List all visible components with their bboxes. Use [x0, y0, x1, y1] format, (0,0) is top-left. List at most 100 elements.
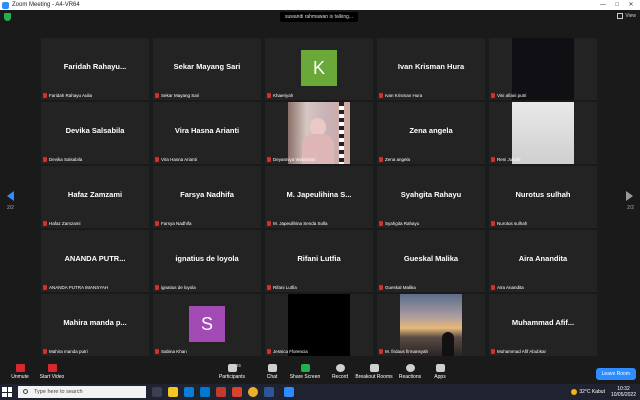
participant-video [512, 38, 574, 100]
word-icon[interactable] [264, 387, 274, 397]
apps-label: Apps [434, 374, 446, 380]
meeting-toolbar: Unmute Start Video 35 Participants Chat … [0, 360, 640, 384]
share-screen-button[interactable]: Share Screen [285, 362, 325, 384]
participant-name-caption: Vini afiani putri [491, 92, 526, 99]
minimize-button[interactable]: — [596, 0, 610, 10]
participant-tile[interactable]: Syahgita Rahayu Syahgita Rahayu [377, 166, 485, 228]
apps-button[interactable]: Apps [420, 362, 460, 384]
search-placeholder: Type here to search [34, 389, 83, 395]
participant-avatar: S [189, 306, 225, 342]
previous-page-arrow-icon[interactable] [7, 191, 14, 201]
muted-mic-icon [155, 285, 159, 290]
participant-name-caption: Muhammad Afif Abubkar [491, 348, 546, 355]
participant-avatar: K [301, 50, 337, 86]
participant-tile[interactable]: Vira Hasna Arianti Vira Hasna Arianti [153, 102, 261, 164]
participant-tile[interactable]: Muhammad Afif... Muhammad Afif Abubkar [489, 294, 597, 356]
view-label: View [625, 13, 636, 19]
chrome-browser-icon[interactable] [248, 387, 258, 397]
participant-name-label: Faridah Rahayu Aulia [49, 93, 93, 98]
participant-tile[interactable]: Sekar Mayang Sari Sekar Mayang Sari [153, 38, 261, 100]
view-button[interactable]: View [617, 13, 636, 19]
participant-display-name: Gueskal Malika [403, 254, 459, 263]
participant-tile[interactable]: M. Japeulihina S... M. Japeulihina Senda … [265, 166, 373, 228]
participant-display-name: Ivan Krisman Hura [397, 62, 465, 71]
breakout-rooms-button[interactable]: Breakout Rooms [354, 362, 394, 384]
muted-mic-icon [379, 285, 383, 290]
taskbar-search-input[interactable]: Type here to search [18, 386, 146, 398]
participant-tile[interactable]: Ivan Krisman Hura Ivan Krisman Hura [377, 38, 485, 100]
participant-name-label: M. firdaus firmansyah [385, 349, 429, 354]
zoom-taskbar-icon[interactable] [284, 387, 294, 397]
participant-name-label: Sabina Khan [161, 349, 187, 354]
taskbar-clock[interactable]: 10:32 10/05/2022 [611, 386, 636, 398]
participant-name-caption: Faridah Rahayu Aulia [43, 92, 92, 99]
participant-tile[interactable]: M. firdaus firmansyah [377, 294, 485, 356]
muted-mic-icon [267, 349, 271, 354]
participant-tile[interactable]: Gueskal Malika Gueskal Malika [377, 230, 485, 292]
participant-tile[interactable]: ignatius de loyola ignatius de loyola [153, 230, 261, 292]
store-icon[interactable] [200, 387, 210, 397]
muted-mic-icon [155, 157, 159, 162]
security-shield-icon[interactable] [4, 13, 11, 21]
participant-name-label: Reni Juliarti [497, 157, 521, 162]
participant-tile[interactable]: Reni Juliarti [489, 102, 597, 164]
participant-name-label: Jessica Florencia [273, 349, 308, 354]
participant-tile[interactable]: Zena angela Zena angela [377, 102, 485, 164]
participants-button[interactable]: 35 Participants [212, 362, 252, 384]
participant-name-label: Khaeriyah [273, 93, 294, 98]
participant-tile[interactable]: ANANDA PUTR... ANANDA PUTRA IMANSYAH [41, 230, 149, 292]
record-icon [335, 364, 345, 372]
participant-tile[interactable]: Jessica Florencia [265, 294, 373, 356]
file-explorer-icon[interactable] [168, 387, 178, 397]
window-controls: — □ ✕ [596, 0, 638, 10]
participant-tile[interactable]: Hafaz Zamzami Hafaz Zamzami [41, 166, 149, 228]
weather-widget[interactable]: 32°C Kabut [571, 389, 605, 395]
participant-display-name: ignatius de loyola [175, 254, 239, 263]
weather-sun-icon [571, 389, 578, 395]
participant-display-name: Nurotus sulhah [515, 190, 571, 199]
participant-name-caption: M. Japeulihina Senda Solla [267, 220, 328, 227]
participant-tile[interactable]: Rifani Lutfia Rifani Lutfia [265, 230, 373, 292]
maximize-button[interactable]: □ [610, 0, 624, 10]
participant-name-caption: Sekar Mayang Sari [155, 92, 199, 99]
participant-tile[interactable]: Aira Anandita Aira Anandita [489, 230, 597, 292]
start-video-button[interactable]: Start Video [32, 362, 72, 384]
breakout-rooms-icon [369, 364, 379, 372]
search-icon [23, 389, 28, 394]
participant-tile[interactable]: Faridah Rahayu... Faridah Rahayu Aulia [41, 38, 149, 100]
office-icon[interactable] [216, 387, 226, 397]
participant-display-name: Faridah Rahayu... [63, 62, 127, 71]
participant-tile[interactable]: Devika Salsabila Devika Salsabila [41, 102, 149, 164]
participant-display-name: Farsya Nadhifa [180, 190, 234, 199]
muted-mic-icon [379, 93, 383, 98]
edge-browser-icon[interactable] [184, 387, 194, 397]
participant-name-caption: M. firdaus firmansyah [379, 348, 428, 355]
windows-start-icon[interactable] [2, 387, 12, 397]
next-page-arrow-icon[interactable] [626, 191, 633, 201]
task-view-icon[interactable] [152, 387, 162, 397]
participant-tile[interactable]: S Sabina Khan [153, 294, 261, 356]
participant-name-caption: Rifani Lutfia [267, 284, 297, 291]
participant-tile[interactable]: Deyanniya Wulandari [265, 102, 373, 164]
participant-tile[interactable]: Farsya Nadhifa Farsya Nadhifa [153, 166, 261, 228]
participant-tile[interactable]: K Khaeriyah [265, 38, 373, 100]
leave-room-button[interactable]: Leave Room [595, 368, 636, 380]
record-label: Record [331, 374, 349, 380]
muted-mic-icon [267, 221, 271, 226]
participant-display-name: Mahira manda p... [63, 318, 127, 327]
participant-tile[interactable]: Vini afiani putri [489, 38, 597, 100]
participant-name-label: Farsya Nadhifa [161, 221, 192, 226]
participant-name-label: Deyanniya Wulandari [273, 157, 316, 162]
muted-mic-icon [379, 221, 383, 226]
participant-name-label: ANANDA PUTRA IMANSYAH [49, 285, 109, 290]
participants-count: 35 [236, 363, 242, 368]
participant-name-label: Ivan Krisman Hura [385, 93, 423, 98]
window-titlebar: Zoom Meeting - A4-VR64 — □ ✕ [0, 0, 640, 10]
participant-name-caption: Mahira manda putri [43, 348, 88, 355]
participant-tile[interactable]: Mahira manda p... Mahira manda putri [41, 294, 149, 356]
powerpoint-icon[interactable] [232, 387, 242, 397]
participant-name-caption: Vira Hasna Arianti [155, 156, 197, 163]
share-screen-label: Share Screen [289, 374, 321, 380]
participant-tile[interactable]: Nurotus sulhah Nurotus sulhah [489, 166, 597, 228]
close-button[interactable]: ✕ [624, 0, 638, 10]
